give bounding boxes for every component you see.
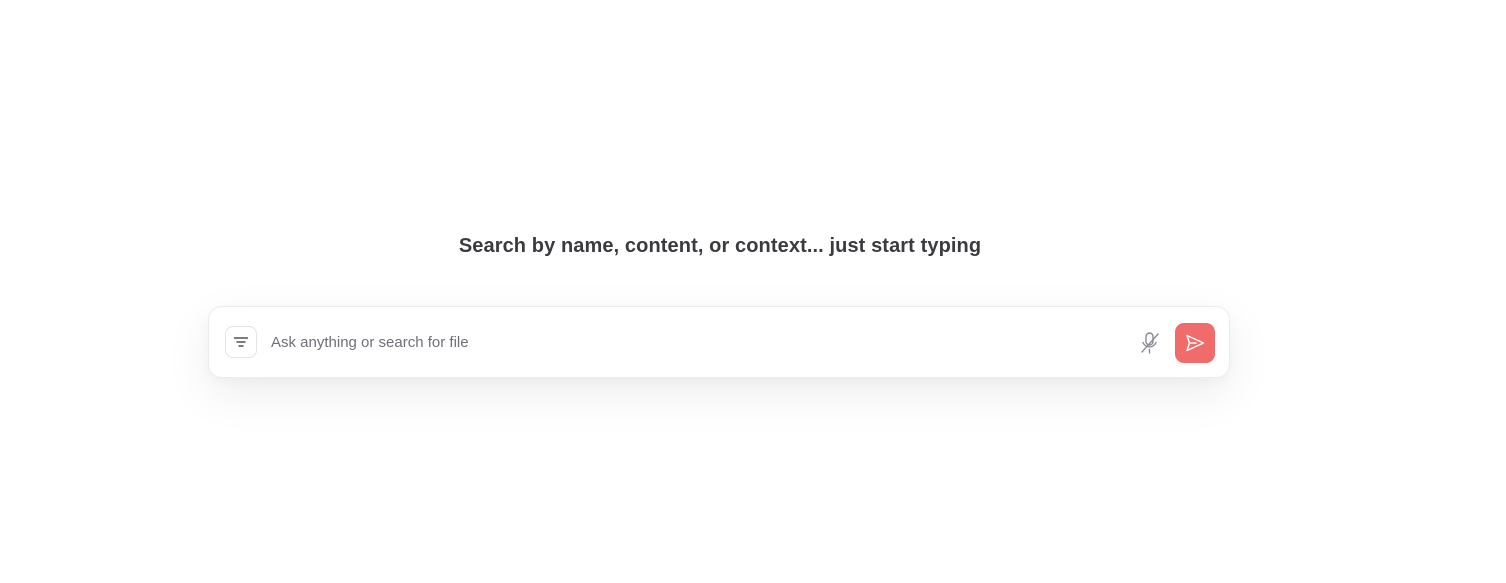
- send-button[interactable]: [1175, 323, 1215, 363]
- search-input[interactable]: [271, 329, 1121, 355]
- microphone-button[interactable]: [1137, 330, 1163, 356]
- microphone-off-icon: [1141, 332, 1159, 354]
- send-icon: [1186, 334, 1205, 352]
- page-headline: Search by name, content, or context... j…: [458, 235, 982, 257]
- filter-button[interactable]: [225, 326, 257, 358]
- filter-icon: [233, 337, 249, 347]
- search-bar: [208, 306, 1230, 378]
- page: Search by name, content, or context... j…: [0, 0, 1506, 583]
